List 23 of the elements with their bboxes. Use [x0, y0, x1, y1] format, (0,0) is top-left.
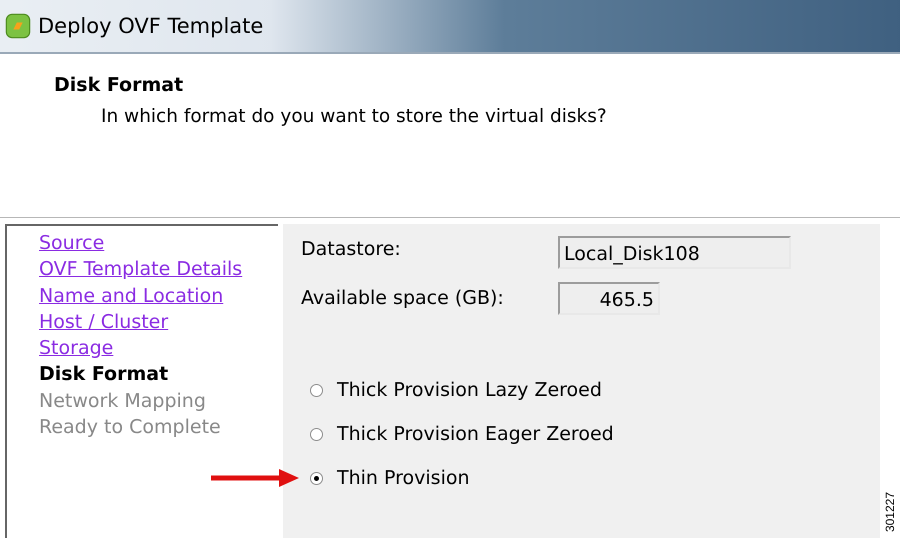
figure-number: 301227 [883, 492, 897, 532]
step-item: Ready to Complete [39, 415, 222, 440]
current-step: Disk Format [39, 361, 278, 388]
radio-button[interactable] [310, 472, 323, 484]
page-subtitle: In which format do you want to store the virtual disks? [101, 106, 608, 127]
field-label: Available space (GB): [301, 286, 505, 309]
value-field: Local_Disk108 [558, 236, 791, 269]
field-label: Datastore: [301, 237, 402, 260]
option-label[interactable]: Thick Provision Eager Zeroed [337, 423, 614, 445]
step-link[interactable]: Source [39, 230, 278, 256]
step-link[interactable]: Storage [39, 335, 278, 362]
radio-button[interactable] [310, 428, 323, 440]
step-item: Network Mapping [39, 388, 207, 414]
page-heading: Disk Format [54, 74, 184, 96]
window-title: Deploy OVF Template [38, 14, 264, 38]
step-link[interactable]: Host / Cluster [39, 308, 278, 336]
option-label[interactable]: Thick Provision Lazy Zeroed [337, 379, 602, 401]
value-field: 465.5 [558, 282, 660, 315]
option-label[interactable]: Thin Provision [337, 467, 470, 489]
app-icon [4, 12, 32, 40]
radio-button[interactable] [310, 384, 323, 396]
step-link[interactable]: Name and Location [39, 282, 278, 309]
step-link[interactable]: OVF Template Details [39, 256, 278, 283]
